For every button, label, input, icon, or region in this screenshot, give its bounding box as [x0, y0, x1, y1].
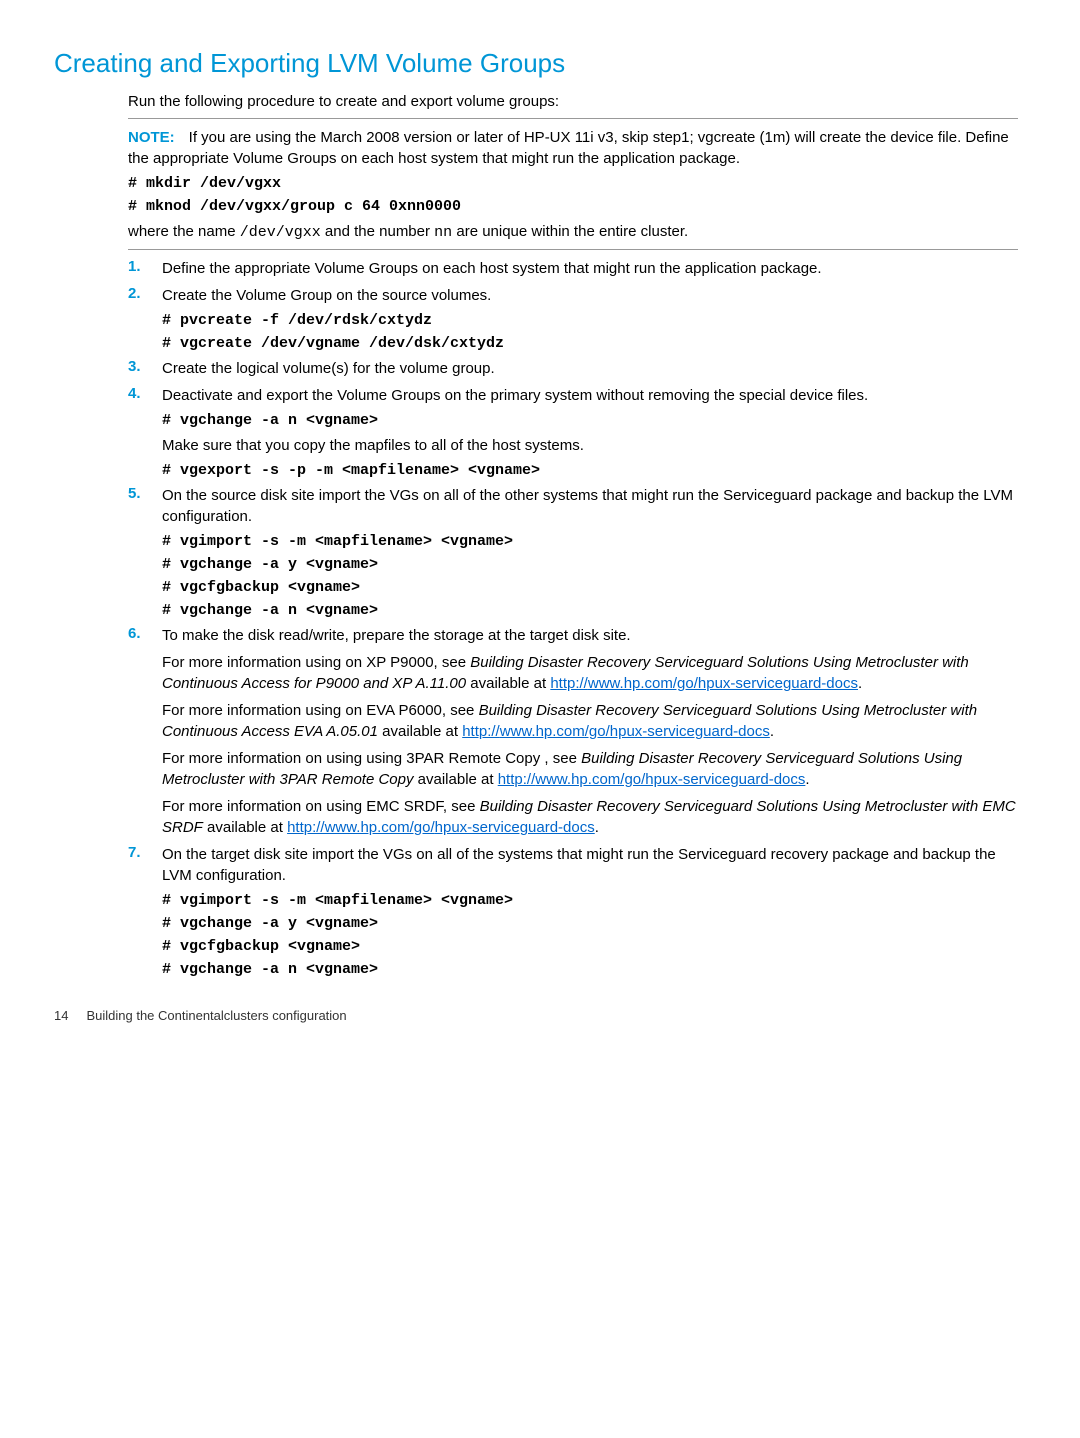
- command-line: # vgcreate /dev/vgname /dev/dsk/cxtydz: [162, 335, 1018, 352]
- step-item: Create the logical volume(s) for the vol…: [128, 358, 1018, 379]
- text: For more information using on XP P9000, …: [162, 654, 470, 671]
- command-line: # vgchange -a n <vgname>: [162, 961, 1018, 978]
- reference-paragraph: For more information on using EMC SRDF, …: [162, 796, 1018, 838]
- command-line: # vgcfgbackup <vgname>: [162, 579, 1018, 596]
- step-item: To make the disk read/write, prepare the…: [128, 625, 1018, 838]
- divider: [128, 118, 1018, 119]
- note-text: If you are using the March 2008 version …: [128, 129, 1009, 167]
- step-text: To make the disk read/write, prepare the…: [162, 625, 1018, 646]
- text: available at: [378, 723, 462, 740]
- note-paragraph: NOTE:If you are using the March 2008 ver…: [128, 127, 1018, 169]
- text: available at: [203, 819, 287, 836]
- text: and the number: [321, 223, 434, 240]
- step-text: Create the Volume Group on the source vo…: [162, 285, 1018, 306]
- command-line: # pvcreate -f /dev/rdsk/cxtydz: [162, 312, 1018, 329]
- inline-code: /dev/vgxx: [240, 224, 321, 241]
- command-line: # mkdir /dev/vgxx: [128, 175, 1018, 192]
- command-line: # vgchange -a n <vgname>: [162, 412, 1018, 429]
- text: .: [595, 819, 599, 836]
- section-body: Run the following procedure to create an…: [128, 91, 1018, 978]
- hyperlink[interactable]: http://www.hp.com/go/hpux-serviceguard-d…: [287, 819, 595, 836]
- step-subtext: Make sure that you copy the mapfiles to …: [162, 435, 1018, 456]
- note-label: NOTE:: [128, 129, 175, 146]
- document-page: Creating and Exporting LVM Volume Groups…: [0, 0, 1080, 1053]
- text: available at: [418, 771, 498, 788]
- text: For more information on using EMC SRDF, …: [162, 798, 480, 815]
- text: .: [805, 771, 809, 788]
- where-paragraph: where the name /dev/vgxx and the number …: [128, 221, 1018, 243]
- text: For more information on using using 3PAR…: [162, 750, 581, 767]
- command-line: # vgexport -s -p -m <mapfilename> <vgnam…: [162, 462, 1018, 479]
- command-line: # mknod /dev/vgxx/group c 64 0xnn0000: [128, 198, 1018, 215]
- step-item: Define the appropriate Volume Groups on …: [128, 258, 1018, 279]
- text: where the name: [128, 223, 240, 240]
- divider: [128, 249, 1018, 250]
- hyperlink[interactable]: http://www.hp.com/go/hpux-serviceguard-d…: [550, 675, 858, 692]
- chapter-title: Building the Continentalclusters configu…: [86, 1008, 346, 1023]
- step-item: On the target disk site import the VGs o…: [128, 844, 1018, 978]
- step-item: On the source disk site import the VGs o…: [128, 485, 1018, 619]
- reference-paragraph: For more information using on EVA P6000,…: [162, 700, 1018, 742]
- command-line: # vgimport -s -m <mapfilename> <vgname>: [162, 533, 1018, 550]
- command-line: # vgchange -a y <vgname>: [162, 556, 1018, 573]
- step-item: Deactivate and export the Volume Groups …: [128, 385, 1018, 479]
- text: are unique within the entire cluster.: [452, 223, 688, 240]
- text: For more information using on EVA P6000,…: [162, 702, 479, 719]
- text: available at: [466, 675, 550, 692]
- step-item: Create the Volume Group on the source vo…: [128, 285, 1018, 352]
- step-text: On the target disk site import the VGs o…: [162, 844, 1018, 886]
- hyperlink[interactable]: http://www.hp.com/go/hpux-serviceguard-d…: [462, 723, 770, 740]
- section-heading: Creating and Exporting LVM Volume Groups: [54, 48, 1018, 79]
- command-line: # vgimport -s -m <mapfilename> <vgname>: [162, 892, 1018, 909]
- intro-paragraph: Run the following procedure to create an…: [128, 91, 1018, 112]
- command-line: # vgchange -a n <vgname>: [162, 602, 1018, 619]
- command-line: # vgcfgbackup <vgname>: [162, 938, 1018, 955]
- ordered-steps: Define the appropriate Volume Groups on …: [128, 258, 1018, 978]
- reference-paragraph: For more information using on XP P9000, …: [162, 652, 1018, 694]
- step-text: Create the logical volume(s) for the vol…: [162, 358, 1018, 379]
- step-text: Define the appropriate Volume Groups on …: [162, 258, 1018, 279]
- text: .: [858, 675, 862, 692]
- step-text: Deactivate and export the Volume Groups …: [162, 385, 1018, 406]
- hyperlink[interactable]: http://www.hp.com/go/hpux-serviceguard-d…: [498, 771, 806, 788]
- page-number: 14: [54, 1008, 68, 1023]
- page-footer: 14 Building the Continentalclusters confi…: [54, 1008, 1018, 1023]
- text: .: [770, 723, 774, 740]
- command-line: # vgchange -a y <vgname>: [162, 915, 1018, 932]
- step-text: On the source disk site import the VGs o…: [162, 485, 1018, 527]
- inline-code: nn: [434, 224, 452, 241]
- reference-paragraph: For more information on using using 3PAR…: [162, 748, 1018, 790]
